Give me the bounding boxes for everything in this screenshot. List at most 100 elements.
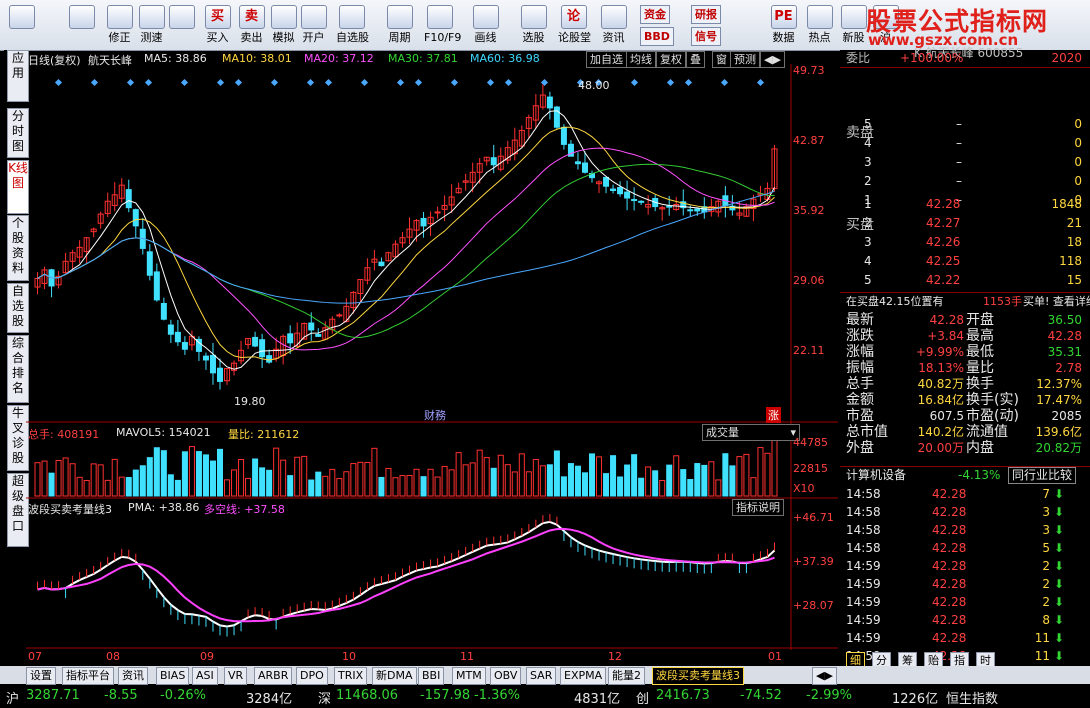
signal-diamond <box>450 78 459 87</box>
fund-button[interactable]: 资金 <box>640 5 670 24</box>
volume-bar <box>202 454 209 497</box>
indicator-tab[interactable]: BIAS <box>156 667 190 685</box>
tab-scroll-arrows-icon[interactable]: ◀▶ <box>812 667 837 685</box>
candle-body <box>624 191 631 199</box>
indicator-tab[interactable]: 能量2 <box>608 667 645 685</box>
news-button[interactable]: 资讯 <box>598 3 629 49</box>
pen-button[interactable]: 画线 <box>470 3 501 49</box>
signal-diamond <box>324 78 333 87</box>
tick-volume: 5 <box>1042 541 1050 555</box>
vol-total: 总手: 408191 <box>28 428 100 441</box>
volume-bar <box>708 461 715 497</box>
volume-bar <box>273 447 280 497</box>
updown-arrows-button[interactable]: 修正 <box>104 3 135 49</box>
sell-level-row: 5–0 <box>840 116 1090 133</box>
hammer-button[interactable]: 模拟 <box>268 3 299 49</box>
signal-button[interactable]: 信号 <box>691 27 721 46</box>
news-icon <box>600 5 627 29</box>
volume-bar <box>378 476 385 497</box>
clock-button[interactable] <box>166 3 197 49</box>
stat-value: 20.82万 <box>1035 441 1082 455</box>
indicator-tab[interactable]: 波段买卖考量线3 <box>652 667 744 685</box>
indicator-tab[interactable]: 新DMA <box>372 667 417 685</box>
chart-area[interactable]: 日线(复权) 航天长峰 MA5: 38.86 MA10: 38.01 MA20:… <box>26 50 838 666</box>
indicator-tab[interactable]: DPO <box>296 667 328 685</box>
pe-button[interactable]: PE 数据 <box>768 3 799 49</box>
screen-icon <box>520 5 547 29</box>
volume-bar <box>224 479 231 497</box>
volume-bar <box>406 474 413 497</box>
bbd-button[interactable]: BBD <box>640 27 674 46</box>
stat-value: 35.31 <box>1047 345 1082 359</box>
industry-name[interactable]: 计算机设备 <box>846 467 906 484</box>
tick-row: 14:59 42.28 11⬇ <box>840 630 1090 647</box>
new-stock-button[interactable]: 新股 <box>838 3 869 49</box>
indicator-tab[interactable]: 设置 <box>26 667 56 685</box>
level-index: 3 <box>864 155 872 169</box>
volume-bar <box>736 456 743 497</box>
indicator-help-button[interactable]: 指标说明 <box>732 499 784 516</box>
tick-time: 14:58 <box>846 505 881 519</box>
stat-key: 总市值 <box>846 424 888 440</box>
indicator-tab[interactable]: ASI <box>192 667 218 685</box>
speed-button[interactable]: 测速 <box>136 3 167 49</box>
tick-price: 42.28 <box>932 631 967 645</box>
volume-bar <box>743 453 750 497</box>
indicator-tab[interactable]: MTM <box>452 667 486 685</box>
quote-panel: K 航天长峰 600855 委比 +100.00% 2020 5–0 4–0 3–0… <box>840 46 1090 670</box>
volume-bar <box>645 466 652 497</box>
forum-icon: 论 <box>560 5 587 29</box>
volume-dropdown[interactable]: 成交量 ▾ <box>702 424 800 441</box>
indicator-tab[interactable]: OBV <box>490 667 522 685</box>
lock-button[interactable]: 开户 <box>298 3 329 49</box>
price-tick: 29.06 <box>793 274 825 287</box>
screen-button[interactable]: 选股 <box>518 3 549 49</box>
tick-time: 14:59 <box>846 577 881 591</box>
volume-bar <box>41 460 48 497</box>
notice-detail-link[interactable]: 买单! 查看详细 <box>1023 293 1090 310</box>
forum-button[interactable]: 论论股堂 <box>558 3 591 49</box>
period-button[interactable]: 周期 <box>384 3 415 49</box>
tick-row: 14:59 42.28 2 ⬇ <box>840 576 1090 593</box>
volume-bar <box>476 449 483 497</box>
industry-compare-button[interactable]: 同行业比较 <box>1008 467 1077 484</box>
toolbar-label: 资讯 <box>602 31 625 44</box>
indicator-tab[interactable]: 指标平台 <box>62 667 114 685</box>
indicator-tab[interactable]: TRIX <box>334 667 368 685</box>
volume-bar <box>567 463 574 497</box>
star-list-icon <box>338 5 365 29</box>
volume-bar <box>490 467 497 497</box>
f10-button[interactable]: F10/F9 <box>424 3 461 49</box>
buy-button[interactable]: 买买入 <box>202 3 233 49</box>
indicator-tab[interactable]: ARBR <box>254 667 293 685</box>
hot-button[interactable]: 热点 <box>804 3 835 49</box>
signal-diamond <box>180 78 189 87</box>
ticker-item: 深 <box>318 692 332 707</box>
stat-key: 总手 <box>846 376 874 392</box>
indicator-tab[interactable]: 资讯 <box>118 667 148 685</box>
kline-chart[interactable] <box>26 50 838 666</box>
x-label: 12 <box>608 650 622 663</box>
stat-key: 量比 <box>966 360 994 376</box>
back-arrow-icon <box>68 5 95 29</box>
level-index: 5 <box>864 273 872 287</box>
finance-marker[interactable]: 财務 <box>424 407 446 423</box>
sell-button[interactable]: 卖卖出 <box>236 3 267 49</box>
indicator-tab[interactable]: EXPMA <box>560 667 607 685</box>
indicator-tab[interactable]: VR <box>224 667 248 685</box>
candle-body <box>617 187 624 195</box>
back-arrow-button[interactable] <box>66 3 97 49</box>
research-button[interactable]: 研报 <box>691 5 721 24</box>
star-list-button[interactable]: 自选股 <box>336 3 369 49</box>
order-notice-row[interactable]: 在买盘42.15位置有 1153手 买单! 查看详细 <box>840 292 1090 310</box>
indicator-tab[interactable]: BBI <box>418 667 445 685</box>
notice-text: 在买盘42.15位置有 <box>846 295 944 308</box>
toolbar-label: 买入 <box>206 31 229 44</box>
indicator-tab[interactable]: SAR <box>526 667 557 685</box>
toolbar-label: 模拟 <box>272 31 295 44</box>
signal-diamond <box>234 78 243 87</box>
volume-bar <box>771 434 778 497</box>
level-price: – <box>956 174 962 188</box>
sell-side-label: 卖盘 <box>846 125 874 141</box>
grid-button[interactable] <box>6 3 37 49</box>
